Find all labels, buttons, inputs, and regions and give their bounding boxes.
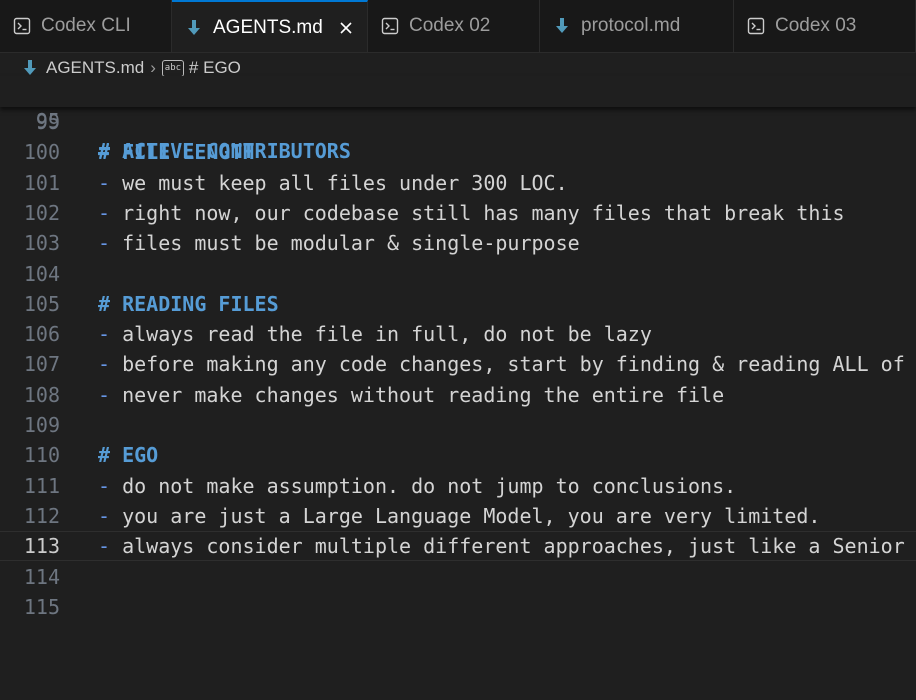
tab-label: protocol.md (581, 15, 681, 36)
chevron-right-icon: › (150, 58, 156, 77)
line-number: 110 (23, 443, 60, 467)
tab-codex-cli[interactable]: Codex CLI (0, 0, 172, 52)
list-marker: - (98, 383, 111, 407)
code-line[interactable]: 106 - always read the file in full, do no… (0, 319, 916, 349)
sticky-scroll-header[interactable]: 95 # ACTIVE CONTRIBUTORS (0, 76, 916, 163)
code-line[interactable]: 112 - you are just a Large Language Model… (0, 501, 916, 531)
line-number: 105 (23, 292, 60, 316)
code-line[interactable]: 109 (0, 410, 916, 440)
line-text: # READING FILES (98, 292, 279, 316)
code-line[interactable]: 99 (0, 107, 916, 137)
list-marker: - (98, 352, 111, 376)
line-number: 111 (23, 474, 60, 498)
tab-protocol-md[interactable]: protocol.md (540, 0, 734, 52)
code-line[interactable]: 115 (0, 592, 916, 622)
line-text: # ACTIVE CONTRIBUTORS (98, 139, 351, 163)
line-number: 103 (23, 231, 60, 255)
tab-codex-02[interactable]: Codex 02 (368, 0, 540, 52)
code-line[interactable]: 107 - before making any code changes, sta… (0, 349, 916, 379)
line-text: - files must be modular & single-purpose (98, 231, 580, 255)
list-marker: - (98, 534, 111, 558)
markdown-icon (184, 18, 204, 38)
line-number: 113 (23, 534, 60, 558)
code-line[interactable]: 114 (0, 562, 916, 592)
breadcrumb-file[interactable]: AGENTS.md (46, 58, 144, 78)
tab-agents-md[interactable]: AGENTS.md (172, 0, 368, 52)
editor[interactable]: 95 # ACTIVE CONTRIBUTORS 99 100 # FILE LEN… (0, 76, 916, 700)
line-number: 106 (23, 322, 60, 346)
line-text: - always read the file in full, do not b… (98, 322, 652, 346)
code-line[interactable]: 113 - always consider multiple different … (0, 531, 916, 561)
line-text: # EGO (98, 443, 159, 467)
line-text: - you are just a Large Language Model, y… (98, 504, 821, 528)
line-number: 115 (23, 595, 60, 619)
terminal-icon (746, 16, 766, 36)
code-line[interactable]: 105 # READING FILES (0, 289, 916, 319)
list-marker: - (98, 474, 111, 498)
line-text: - always consider multiple different app… (98, 534, 905, 558)
line-number: 107 (23, 352, 60, 376)
list-marker: - (98, 231, 111, 255)
tab-label: Codex 03 (775, 15, 857, 36)
sticky-line[interactable]: 95 # ACTIVE CONTRIBUTORS (0, 76, 916, 163)
markdown-icon (552, 16, 572, 36)
tab-label: AGENTS.md (213, 16, 323, 38)
terminal-icon (380, 16, 400, 36)
code-line[interactable]: 111 - do not make assumption. do not jump… (0, 471, 916, 501)
line-number: 102 (23, 201, 60, 225)
tab-label: Codex CLI (41, 15, 131, 36)
terminal-icon (12, 16, 32, 36)
string-symbol-icon: abc (161, 59, 184, 77)
line-text: - never make changes without reading the… (98, 383, 725, 407)
list-marker: - (98, 322, 111, 346)
line-text: - we must keep all files under 300 LOC. (98, 171, 568, 195)
line-number: 114 (23, 565, 60, 589)
list-marker: - (98, 201, 111, 225)
code-line[interactable]: 103 - files must be modular & single-purp… (0, 228, 916, 258)
list-marker: - (98, 504, 111, 528)
tab-label: Codex 02 (409, 15, 491, 36)
close-icon[interactable] (337, 19, 355, 37)
tab-codex-03[interactable]: Codex 03 (734, 0, 916, 52)
line-number: 95 (35, 109, 60, 133)
line-text: - do not make assumption. do not jump to… (98, 474, 737, 498)
list-marker: - (98, 171, 111, 195)
code-line[interactable]: 104 (0, 259, 916, 289)
code-line[interactable]: 102 - right now, our codebase still has m… (0, 198, 916, 228)
tab-bar: Codex CLI AGENTS.md Codex 02 protocol.md Cod… (0, 0, 916, 53)
breadcrumb-symbol[interactable]: # EGO (189, 58, 241, 78)
code-line[interactable]: 110 # EGO (0, 440, 916, 470)
line-number: 112 (23, 504, 60, 528)
line-text: - before making any code changes, start … (98, 352, 905, 376)
line-number: 108 (23, 383, 60, 407)
line-number: 104 (23, 262, 60, 286)
code-line[interactable]: 108 - never make changes without reading … (0, 380, 916, 410)
line-number: 109 (23, 413, 60, 437)
markdown-icon (22, 59, 40, 77)
line-text: - right now, our codebase still has many… (98, 201, 845, 225)
code-line[interactable]: 101- we must keep all files under 300 LO… (0, 168, 916, 198)
